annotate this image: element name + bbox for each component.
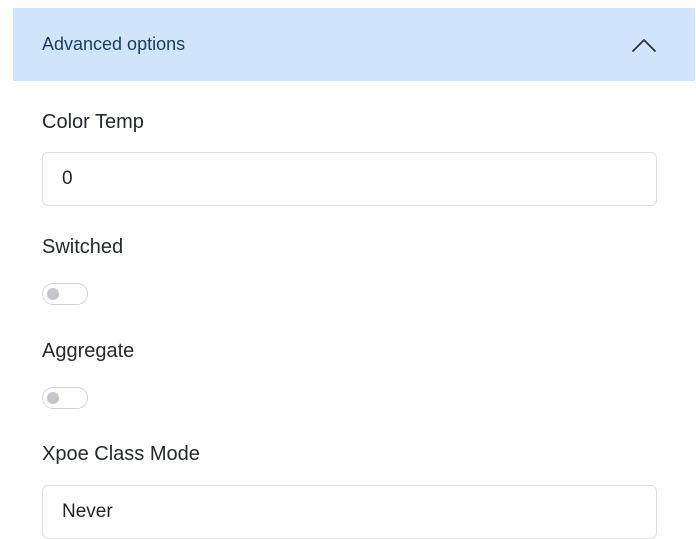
advanced-options-panel: Advanced options Color Temp Switched Agg…	[0, 0, 696, 539]
xpoe-class-mode-input[interactable]	[42, 485, 657, 539]
xpoe-class-mode-label: Xpoe Class Mode	[42, 443, 200, 465]
advanced-options-header[interactable]: Advanced options	[13, 8, 695, 81]
color-temp-label: Color Temp	[42, 111, 144, 133]
toggle-knob	[47, 288, 59, 300]
aggregate-toggle[interactable]	[42, 387, 88, 409]
aggregate-label: Aggregate	[42, 340, 135, 362]
accordion-title: Advanced options	[42, 34, 186, 54]
color-temp-input[interactable]	[42, 152, 657, 206]
switched-label: Switched	[42, 236, 124, 258]
chevron-up-icon[interactable]	[631, 37, 657, 53]
toggle-knob	[47, 392, 59, 404]
switched-toggle[interactable]	[42, 283, 88, 305]
